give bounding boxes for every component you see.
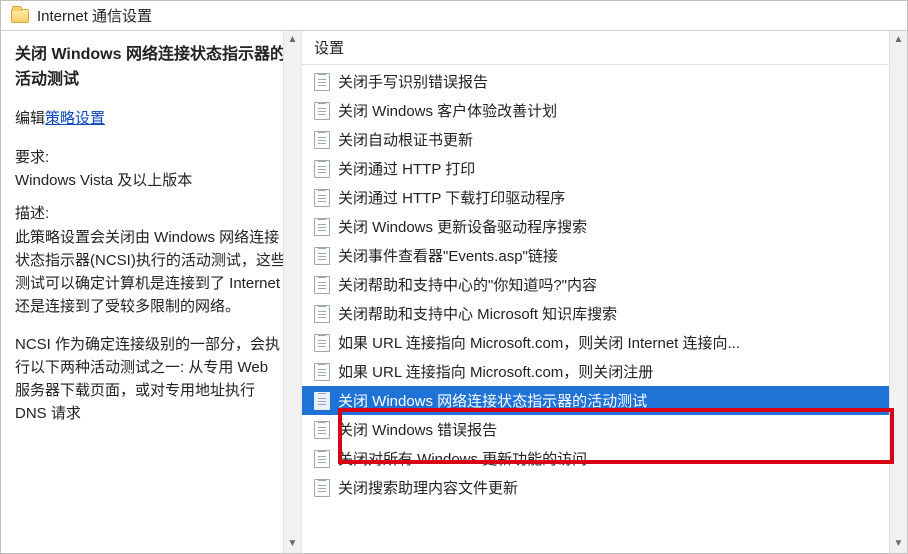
policy-item-label: 关闭对所有 Windows 更新功能的访问: [338, 448, 587, 469]
policy-icon: [314, 131, 330, 149]
policy-icon: [314, 247, 330, 265]
policy-list-item[interactable]: 关闭手写识别错误报告: [302, 67, 889, 96]
policy-item-label: 关闭事件查看器"Events.asp"链接: [338, 245, 558, 266]
policy-icon: [314, 102, 330, 120]
edit-label: 编辑: [15, 110, 45, 127]
left-scrollbar[interactable]: ▲ ▼: [283, 31, 301, 553]
policy-item-label: 关闭 Windows 错误报告: [338, 419, 497, 440]
edit-row: 编辑策略设置: [15, 107, 287, 130]
header-title: Internet 通信设置: [37, 5, 152, 26]
policy-icon: [314, 73, 330, 91]
policy-icon: [314, 276, 330, 294]
description-paragraph-2: NCSI 作为确定连接级别的一部分，会执行以下两种活动测试之一: 从专用 Web…: [15, 333, 287, 426]
policy-icon: [314, 421, 330, 439]
scroll-up-icon[interactable]: ▲: [284, 31, 301, 49]
policy-item-label: 关闭帮助和支持中心的"你知道吗?"内容: [338, 274, 597, 295]
policy-item-label: 关闭通过 HTTP 打印: [338, 158, 475, 179]
policy-title: 关闭 Windows 网络连接状态指示器的活动测试: [15, 43, 287, 93]
policy-icon: [314, 189, 330, 207]
settings-list-pane: 设置 关闭手写识别错误报告关闭 Windows 客户体验改善计划关闭自动根证书更…: [301, 31, 907, 553]
requirement-label: 要求:: [15, 146, 287, 169]
policy-icon: [314, 160, 330, 178]
content-area: 关闭 Windows 网络连接状态指示器的活动测试 编辑策略设置 要求: Win…: [1, 31, 907, 553]
description-paragraph-1: 此策略设置会关闭由 Windows 网络连接状态指示器(NCSI)执行的活动测试…: [15, 226, 287, 319]
policy-item-label: 如果 URL 连接指向 Microsoft.com，则关闭 Internet 连…: [338, 332, 740, 353]
policy-item-label: 关闭 Windows 客户体验改善计划: [338, 100, 557, 121]
policy-list-item[interactable]: 关闭通过 HTTP 下载打印驱动程序: [302, 183, 889, 212]
policy-list-item[interactable]: 关闭 Windows 错误报告: [302, 415, 889, 444]
policy-item-label: 如果 URL 连接指向 Microsoft.com，则关闭注册: [338, 361, 653, 382]
column-header-settings[interactable]: 设置: [302, 31, 907, 65]
right-scrollbar[interactable]: ▲ ▼: [889, 31, 907, 553]
policy-list-item[interactable]: 关闭事件查看器"Events.asp"链接: [302, 241, 889, 270]
policy-item-label: 关闭手写识别错误报告: [338, 71, 488, 92]
details-pane: 关闭 Windows 网络连接状态指示器的活动测试 编辑策略设置 要求: Win…: [1, 31, 301, 553]
description-label: 描述:: [15, 202, 287, 225]
policy-icon: [314, 450, 330, 468]
policy-item-label: 关闭搜索助理内容文件更新: [338, 477, 518, 498]
policy-icon: [314, 334, 330, 352]
policy-list-item[interactable]: 关闭对所有 Windows 更新功能的访问: [302, 444, 889, 473]
policy-list-item[interactable]: 关闭通过 HTTP 打印: [302, 154, 889, 183]
policy-list-item[interactable]: 如果 URL 连接指向 Microsoft.com，则关闭注册: [302, 357, 889, 386]
policy-item-label: 关闭 Windows 网络连接状态指示器的活动测试: [338, 390, 647, 411]
policy-icon: [314, 392, 330, 410]
edit-policy-link[interactable]: 策略设置: [45, 110, 105, 127]
policy-list-item[interactable]: 关闭 Windows 网络连接状态指示器的活动测试: [302, 386, 889, 415]
policy-icon: [314, 479, 330, 497]
policy-list-item[interactable]: 关闭自动根证书更新: [302, 125, 889, 154]
scroll-down-icon[interactable]: ▼: [890, 535, 907, 553]
policy-list-item[interactable]: 关闭 Windows 客户体验改善计划: [302, 96, 889, 125]
policy-list: 关闭手写识别错误报告关闭 Windows 客户体验改善计划关闭自动根证书更新关闭…: [302, 65, 889, 502]
policy-item-label: 关闭 Windows 更新设备驱动程序搜索: [338, 216, 587, 237]
policy-list-item[interactable]: 关闭搜索助理内容文件更新: [302, 473, 889, 502]
policy-list-item[interactable]: 关闭帮助和支持中心的"你知道吗?"内容: [302, 270, 889, 299]
window-header: Internet 通信设置: [1, 1, 907, 31]
policy-item-label: 关闭自动根证书更新: [338, 129, 473, 150]
policy-item-label: 关闭帮助和支持中心 Microsoft 知识库搜索: [338, 303, 617, 324]
policy-list-item[interactable]: 关闭 Windows 更新设备驱动程序搜索: [302, 212, 889, 241]
policy-icon: [314, 305, 330, 323]
policy-item-label: 关闭通过 HTTP 下载打印驱动程序: [338, 187, 565, 208]
spacer: [15, 319, 287, 333]
policy-icon: [314, 218, 330, 236]
policy-list-item[interactable]: 关闭帮助和支持中心 Microsoft 知识库搜索: [302, 299, 889, 328]
policy-icon: [314, 363, 330, 381]
folder-icon: [11, 9, 29, 23]
policy-list-item[interactable]: 如果 URL 连接指向 Microsoft.com，则关闭 Internet 连…: [302, 328, 889, 357]
scroll-down-icon[interactable]: ▼: [284, 535, 301, 553]
scroll-up-icon[interactable]: ▲: [890, 31, 907, 49]
requirement-value: Windows Vista 及以上版本: [15, 169, 287, 192]
